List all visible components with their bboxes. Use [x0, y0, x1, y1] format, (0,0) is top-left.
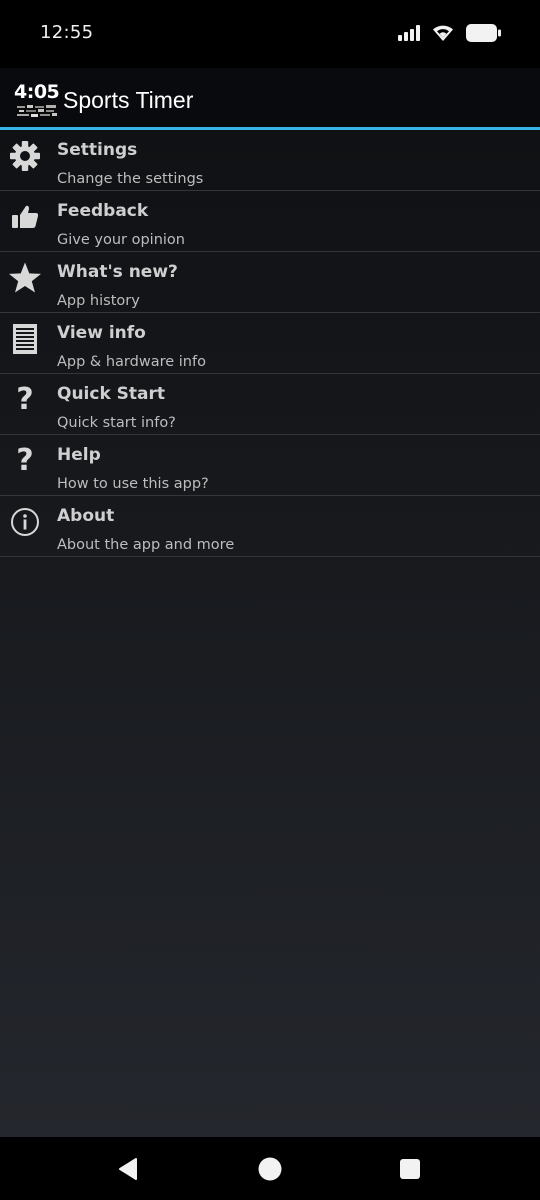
menu-item-subtitle: App history: [57, 293, 140, 309]
app-logo: 4:05: [14, 81, 60, 120]
menu-item-title: What's new?: [57, 262, 178, 282]
menu-item-whats-new[interactable]: What's new? App history: [0, 252, 540, 313]
question-glyph: ?: [16, 443, 34, 478]
menu-item-subtitle: Change the settings: [57, 171, 204, 187]
question-glyph: ?: [16, 382, 34, 417]
wifi-icon: [432, 24, 454, 47]
menu-item-subtitle: How to use this app?: [57, 476, 209, 492]
star-icon: [8, 261, 42, 295]
status-time: 12:55: [40, 22, 94, 43]
system-nav-bar: [0, 1137, 540, 1200]
app-logo-digits: 4:05: [14, 81, 60, 103]
info-circle-icon: [8, 505, 42, 539]
menu-item-subtitle: Give your opinion: [57, 232, 185, 248]
menu-item-subtitle: Quick start info?: [57, 415, 176, 431]
menu-item-title: View info: [57, 323, 146, 343]
app-bar: 4:05 Sports Timer: [0, 68, 540, 128]
app-title: Sports Timer: [63, 87, 194, 113]
thumbs-up-icon: [8, 200, 42, 234]
menu-item-subtitle: App & hardware info: [57, 354, 206, 370]
battery-icon: [466, 24, 502, 47]
menu-item-settings[interactable]: Settings Change the settings: [0, 130, 540, 191]
menu-item-quick-start[interactable]: ? Quick Start Quick start info?: [0, 374, 540, 435]
gear-icon: [8, 139, 42, 173]
menu-item-subtitle: About the app and more: [57, 537, 235, 553]
recents-square-icon[interactable]: [396, 1155, 424, 1183]
menu-item-title: Settings: [57, 140, 138, 160]
question-mark-icon: ?: [8, 383, 42, 417]
home-circle-icon[interactable]: [256, 1155, 284, 1183]
menu-item-about[interactable]: About About the app and more: [0, 496, 540, 557]
menu-list: Settings Change the settings Feedback Gi…: [0, 130, 540, 1137]
status-icons: [398, 24, 502, 47]
back-triangle-icon[interactable]: [114, 1155, 142, 1183]
menu-item-title: About: [57, 506, 115, 526]
menu-item-view-info[interactable]: View info App & hardware info: [0, 313, 540, 374]
logo-texture-icon: [16, 104, 58, 118]
menu-item-title: Help: [57, 445, 101, 465]
menu-item-help[interactable]: ? Help How to use this app?: [0, 435, 540, 496]
document-lines-icon: [8, 322, 42, 356]
menu-item-title: Quick Start: [57, 384, 166, 404]
screen: 12:55 4:05 Sports Timer Settings Change …: [0, 0, 540, 1200]
question-mark-icon: ?: [8, 444, 42, 478]
menu-item-feedback[interactable]: Feedback Give your opinion: [0, 191, 540, 252]
status-bar: 12:55: [0, 0, 540, 68]
signal-icon: [398, 25, 420, 46]
menu-item-title: Feedback: [57, 201, 149, 221]
